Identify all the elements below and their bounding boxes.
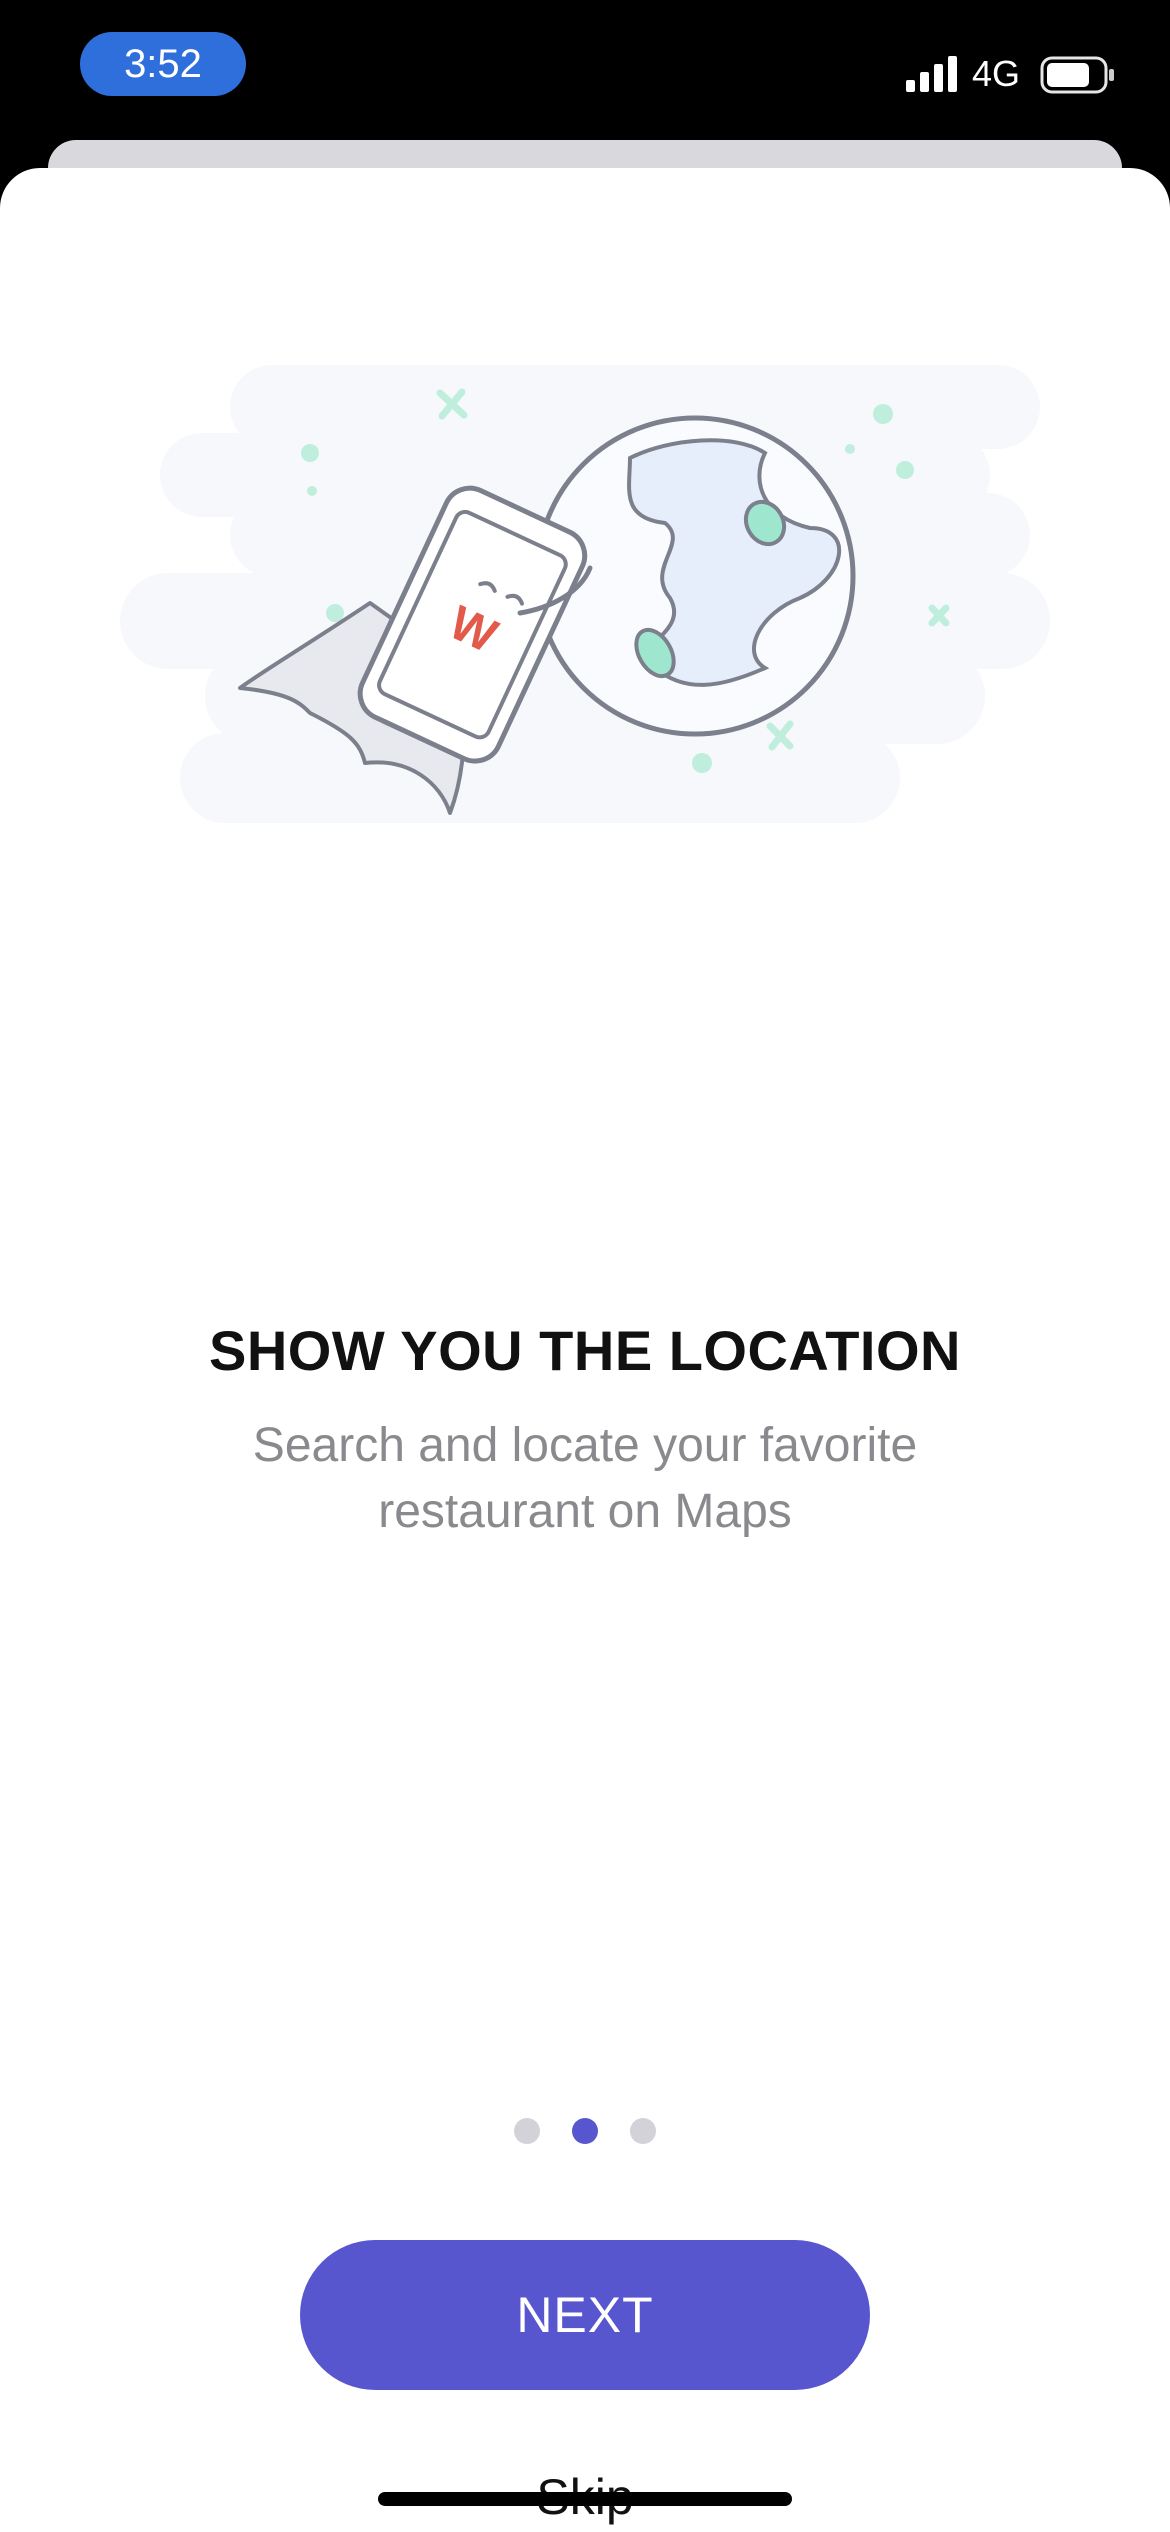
status-time: 3:52 (80, 32, 246, 96)
onboarding-subtitle: Search and locate your favorite restaura… (252, 1419, 918, 1538)
page-indicator (0, 2118, 1170, 2148)
onboarding-sheet: W SHOW YOU THE LOCATION Search and locat… (0, 168, 1170, 2532)
status-bar: 3:52 4G (0, 0, 1170, 150)
next-button[interactable]: NEXT (300, 2240, 870, 2390)
home-indicator[interactable] (378, 2492, 792, 2506)
onboarding-title: SHOW YOU THE LOCATION (209, 1319, 961, 1382)
network-type: 4G (972, 53, 1021, 94)
page-dot-2 (572, 2118, 598, 2144)
battery-icon (1040, 56, 1114, 94)
page-dot-1 (514, 2118, 540, 2144)
page-dot-3 (630, 2118, 656, 2144)
phone-superhero-globe-illustration: W (120, 365, 1050, 823)
signal-bars-icon (906, 56, 957, 92)
